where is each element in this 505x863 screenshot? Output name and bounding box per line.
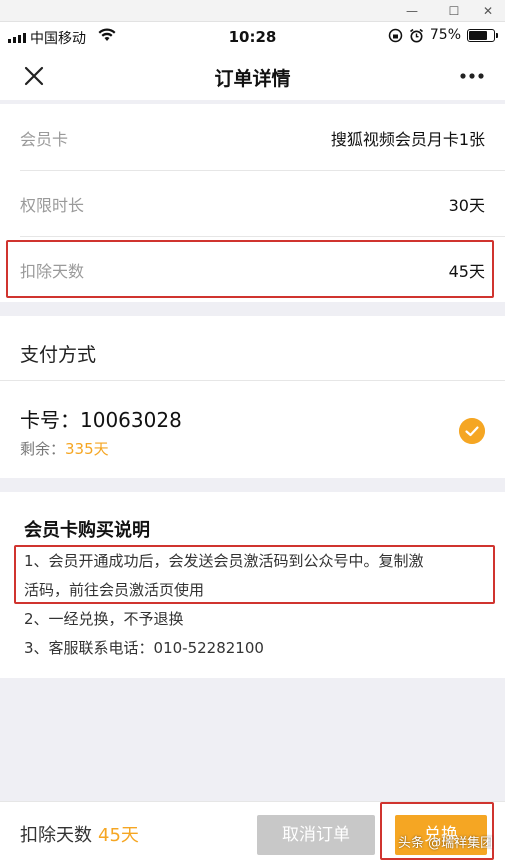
row-member-card: 会员卡 搜狐视频会员月卡1张 xyxy=(0,104,505,170)
footer-deduct-value: 45天 xyxy=(98,825,139,846)
battery-fill xyxy=(469,30,487,40)
row-deduct-days: 扣除天数 45天 xyxy=(0,236,505,302)
payment-card: 支付方式 卡号：10063028 剩余：335天 xyxy=(0,316,505,478)
description-title: 会员卡购买说明 xyxy=(24,520,150,541)
row-label: 权限时长 xyxy=(20,196,85,215)
row-value: 30天 xyxy=(448,196,485,215)
battery-percent: 75% xyxy=(429,27,461,43)
check-icon[interactable] xyxy=(459,418,485,444)
description-line: 3、客服联系电话：010-52282100 xyxy=(24,639,264,657)
row-duration: 权限时长 30天 xyxy=(0,170,505,236)
alarm-icon xyxy=(409,28,423,42)
description-card: 会员卡购买说明 1、会员开通成功后，会发送会员激活码到公众号中。复制激 活码，前… xyxy=(0,492,505,678)
minimize-icon[interactable]: — xyxy=(395,2,429,20)
row-label: 扣除天数 xyxy=(20,262,85,281)
remaining-label: 剩余： xyxy=(20,440,66,458)
maximize-icon[interactable]: ☐ xyxy=(437,2,471,20)
watermark: 头条 @瑞祥集团 xyxy=(398,836,494,851)
payment-option[interactable]: 卡号：10063028 剩余：335天 xyxy=(0,380,505,478)
row-value: 45天 xyxy=(448,262,485,281)
order-info-card: 会员卡 搜狐视频会员月卡1张 权限时长 30天 扣除天数 45天 xyxy=(0,104,505,302)
description-line: 1、会员开通成功后，会发送会员激活码到公众号中。复制激 xyxy=(24,552,424,570)
status-bar: 中国移动 10:28 75% xyxy=(0,22,505,52)
footer-deduct: 扣除天数 45天 xyxy=(20,821,139,847)
row-label: 会员卡 xyxy=(20,130,69,149)
card-number: 卡号：10063028 xyxy=(20,408,182,432)
window-chrome: — ☐ ✕ xyxy=(0,0,505,22)
payment-section-title: 支付方式 xyxy=(20,344,97,366)
rotation-lock-icon xyxy=(388,28,403,42)
remaining-days: 剩余：335天 xyxy=(20,438,109,459)
description-line: 活码，前往会员激活页使用 xyxy=(24,581,205,599)
close-window-icon[interactable]: ✕ xyxy=(471,2,505,20)
page-title: 订单详情 xyxy=(214,68,291,90)
remaining-value: 335天 xyxy=(65,440,109,458)
nav-bar: 订单详情 xyxy=(0,52,505,100)
more-dots-icon[interactable] xyxy=(459,66,485,86)
cancel-order-button[interactable]: 取消订单 xyxy=(257,815,375,855)
footer-deduct-label: 扣除天数 xyxy=(20,825,92,846)
row-value: 搜狐视频会员月卡1张 xyxy=(330,130,485,149)
battery-icon xyxy=(467,28,498,42)
description-line: 2、一经兑换，不予退换 xyxy=(24,610,184,628)
